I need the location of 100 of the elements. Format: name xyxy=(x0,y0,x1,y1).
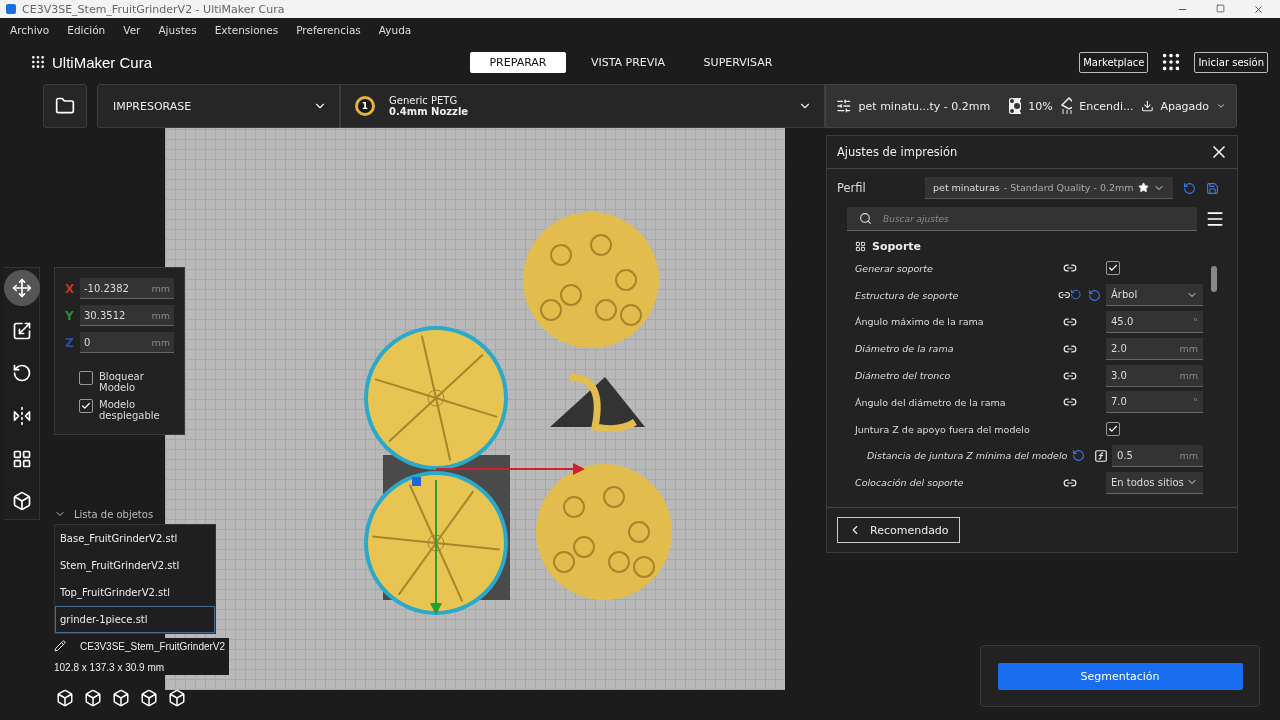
nozzle-name: 0.4mm Nozzle xyxy=(389,106,470,117)
logo-icon xyxy=(30,54,46,70)
tool-button[interactable] xyxy=(3,270,40,306)
blocker-icon xyxy=(11,491,32,512)
recommended-button[interactable]: Recomendado xyxy=(837,517,960,543)
menu-item[interactable]: Edición xyxy=(61,24,112,36)
setting-label: Diámetro de la rama xyxy=(855,343,955,355)
print-settings-selector[interactable]: pet minatu...ty - 0.2mm 10% Encendi... Apagado xyxy=(825,84,1237,128)
window-title: CE3V3SE_Stem_FruitGrinderV2 - UltiMaker Cura xyxy=(22,2,286,16)
profile-selector[interactable]: pet minaturas - Standard Quality - 0.2mm xyxy=(925,177,1173,199)
menu-item[interactable]: Ajustes xyxy=(152,24,203,36)
object-item[interactable]: Base_FruitGrinderV2.stl xyxy=(55,525,215,552)
support-icon xyxy=(1059,97,1073,115)
menu-item[interactable]: Archivo xyxy=(4,24,56,36)
menu-item[interactable]: Extensiones xyxy=(208,24,285,36)
tab[interactable]: SUPERVISAR xyxy=(690,51,786,73)
input-field[interactable]: 7.0 ° xyxy=(1106,391,1203,414)
support-category-icon xyxy=(855,240,866,252)
marketplace-button[interactable]: Marketplace xyxy=(1079,51,1149,73)
checkbox[interactable] xyxy=(1106,422,1120,437)
reset-icon[interactable] xyxy=(1087,288,1101,302)
setting-label: Colocación del soporte xyxy=(855,477,965,489)
extruder-badge: 1 xyxy=(355,96,375,116)
setting-label: Juntura Z de apoyo fuera del modelo xyxy=(855,423,1031,435)
open-file-button[interactable] xyxy=(43,84,87,128)
app-icon xyxy=(6,4,16,14)
tab[interactable]: PREPARAR xyxy=(470,51,566,73)
list-title: Lista de objetos xyxy=(74,508,154,520)
rotate-icon xyxy=(11,363,32,384)
logo: UltiMaker Cura xyxy=(52,53,153,71)
mirror-icon xyxy=(11,405,32,426)
maximize-icon[interactable] xyxy=(1216,3,1225,13)
input-field[interactable]: 45.0 ° xyxy=(1106,311,1203,333)
material-name: Generic PETG xyxy=(389,95,459,106)
cube-view-icon[interactable] xyxy=(112,689,130,707)
profile-label: Perfil xyxy=(837,181,867,195)
menu-icon[interactable] xyxy=(1205,209,1225,229)
setting-label: Ángulo máximo de la rama xyxy=(855,316,985,328)
axis-label: Y xyxy=(65,308,74,323)
object-item[interactable]: Top_FruitGrinderV2.stl xyxy=(55,579,215,606)
close-icon[interactable] xyxy=(1253,3,1264,15)
axis-label: Z xyxy=(65,335,74,350)
login-button[interactable]: Iniciar sesión xyxy=(1194,51,1268,73)
menu-item[interactable]: Ayuda xyxy=(372,24,418,36)
scale-icon xyxy=(11,320,32,341)
search-icon xyxy=(859,212,872,225)
setting-label: Generar soporte xyxy=(855,262,934,274)
reset-icon[interactable] xyxy=(1070,288,1082,302)
checkbox[interactable] xyxy=(79,371,93,385)
cube-view-icon[interactable] xyxy=(140,689,158,707)
input-field[interactable]: 3.0 mm xyxy=(1106,364,1203,387)
dropdown[interactable]: Árbol xyxy=(1106,284,1203,307)
check-icon xyxy=(1108,424,1118,435)
star-icon xyxy=(1138,182,1149,193)
setting-label: Distancia de juntura Z mínima del modelo xyxy=(866,450,1068,462)
checkbox[interactable] xyxy=(1106,261,1120,276)
object-item[interactable]: Stem_FruitGrinderV2.stl xyxy=(55,552,215,579)
setting-label: Estructura de soporte xyxy=(855,289,960,301)
checkbox-label: Bloquear Modelo xyxy=(99,371,145,393)
reset-icon[interactable] xyxy=(1072,449,1086,463)
cube-view-icon[interactable] xyxy=(56,689,74,707)
pencil-icon[interactable] xyxy=(54,640,66,652)
grid-icon xyxy=(11,448,32,469)
checkbox-label: Modelo desplegable xyxy=(99,399,161,421)
infill-icon xyxy=(1008,97,1022,115)
object-item[interactable]: grinder-1piece.stl xyxy=(55,606,215,633)
input-field[interactable]: 0.5 mm xyxy=(1112,444,1203,467)
input-field[interactable]: 30.3512 mm xyxy=(80,305,174,326)
printer-selector[interactable]: IMPRESORASE xyxy=(97,84,340,128)
scrollbar-thumb[interactable] xyxy=(1211,266,1217,292)
input-field[interactable]: 2.0 mm xyxy=(1106,337,1203,360)
z-handle[interactable] xyxy=(412,477,421,486)
cube-view-icon[interactable] xyxy=(168,689,186,707)
infill-value: 10% xyxy=(1028,99,1053,113)
model-dimensions: 102.8 x 137.3 x 30.9 mm xyxy=(54,662,166,673)
support-value: Encendi... xyxy=(1079,99,1134,113)
check-icon xyxy=(1108,263,1118,274)
dropdown[interactable]: En todos sitios xyxy=(1106,471,1203,494)
folder-icon xyxy=(55,96,75,116)
panel-title: Ajustes de impresión xyxy=(837,145,958,159)
cube-view-icon[interactable] xyxy=(84,689,102,707)
axis-label: X xyxy=(65,281,74,296)
input-field[interactable]: -10.2382 mm xyxy=(80,278,174,299)
save-icon[interactable] xyxy=(1206,181,1219,195)
adhesion-value: Apagado xyxy=(1160,99,1210,113)
move-icon xyxy=(11,277,32,298)
model-name: CE3V3SE_Stem_FruitGrinderV2 xyxy=(80,640,226,652)
input-field[interactable]: 0 mm xyxy=(80,332,174,353)
menu-item[interactable]: Preferencias xyxy=(290,24,367,36)
menu-item[interactable]: Ver xyxy=(117,24,147,36)
extruder-selector[interactable]: 1 Generic PETG 0.4mm Nozzle xyxy=(340,84,825,128)
slice-button[interactable]: Segmentación xyxy=(997,662,1243,690)
checkbox[interactable] xyxy=(79,399,93,413)
check-icon xyxy=(81,401,91,411)
profile-name: pet minatu...ty - 0.2mm xyxy=(858,99,991,113)
reset-icon[interactable] xyxy=(1183,181,1196,195)
search-field[interactable]: Buscar ajustes xyxy=(847,207,1197,231)
tab[interactable]: VISTA PREVIA xyxy=(580,51,676,73)
category-title: Soporte xyxy=(872,239,922,253)
setting-label: Ángulo del diámetro de la rama xyxy=(855,396,1007,408)
